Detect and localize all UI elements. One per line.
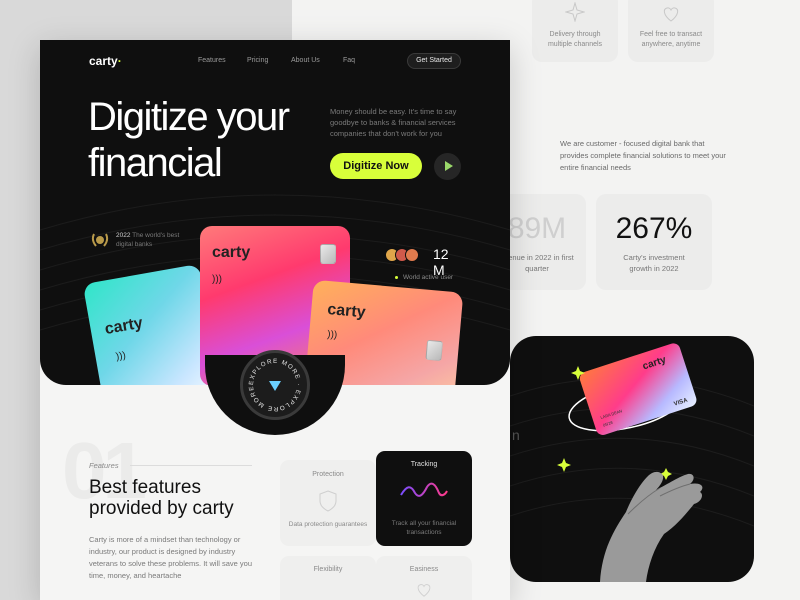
feature-card-text: Track all your financial transactions — [391, 520, 457, 536]
nfc-icon: ))) — [212, 274, 222, 285]
nav-pricing[interactable]: Pricing — [247, 57, 268, 64]
feature-card-flexibility[interactable]: Flexibility — [280, 556, 376, 600]
nfc-icon: ))) — [114, 350, 127, 363]
card-chip — [320, 244, 336, 264]
status-dot — [395, 276, 398, 279]
feature-card-easiness[interactable]: Easiness — [376, 556, 472, 600]
features-title-line-2: provided by carty — [89, 498, 234, 519]
headline-line-1: Digitize your — [88, 95, 290, 139]
feature-card-title: Protection — [312, 471, 344, 478]
about-text: We are customer - focused digital bank t… — [560, 139, 726, 172]
feature-card-tracking[interactable]: Tracking Track all your financial transa… — [376, 451, 472, 546]
logo-text: carty — [89, 54, 118, 68]
hero-section: carty· Features Pricing About Us Faq Get… — [40, 40, 510, 385]
stat-label: Carty's investment growth in 2022 — [623, 253, 685, 273]
users-label: World active user — [403, 274, 454, 281]
logo-accent: · — [117, 54, 122, 68]
feature-card-transact: Feel free to transact anywhere, anytime — [628, 0, 714, 62]
divider — [130, 465, 252, 466]
nav-features[interactable]: Features — [198, 57, 226, 64]
award-year: 2022 — [116, 232, 131, 239]
sparkle-icon — [565, 2, 585, 22]
nfc-icon: ))) — [326, 329, 338, 341]
card-logo: carty — [326, 301, 367, 322]
nav-faq[interactable]: Faq — [343, 57, 355, 64]
avatar — [405, 248, 419, 262]
heart-icon — [663, 7, 679, 22]
feature-text: Feel free to transact anywhere, anytime — [639, 31, 703, 48]
explore-more-badge: EXPLORE MORE · EXPLORE MORE · — [241, 348, 300, 412]
feature-card-delivery: Delivery through multiple channels — [532, 0, 618, 62]
features-label: Features — [89, 461, 119, 470]
wave-chart-icon — [400, 482, 448, 497]
feature-card-protection[interactable]: Protection Data protection guarantees — [280, 460, 376, 546]
play-icon — [445, 161, 453, 171]
feature-card-title: Flexibility — [313, 566, 343, 573]
card-logo: carty — [212, 244, 251, 261]
features-title-line-1: Best features — [89, 477, 201, 498]
get-started-button[interactable]: Get Started — [407, 53, 461, 69]
feature-card-text: Data protection guarantees — [288, 521, 368, 528]
feature-card-title: Easiness — [409, 566, 439, 573]
text-fragment: n — [512, 427, 520, 443]
features-title: Best features provided by carty — [89, 477, 289, 519]
heart-icon — [417, 584, 431, 597]
digitize-now-button[interactable]: Digitize Now — [330, 153, 422, 179]
headline-line-2: financial — [88, 141, 223, 185]
explore-more-button[interactable]: EXPLORE MORE · EXPLORE MORE · — [240, 348, 310, 420]
logo[interactable]: carty· — [89, 54, 122, 68]
hero-headline: Digitize your financial — [88, 94, 328, 186]
award-text: 2022 The world's best digital banks — [116, 231, 186, 249]
card-chip — [425, 339, 444, 362]
laurel-icon — [91, 233, 109, 247]
feature-text: Delivery through multiple channels — [547, 31, 603, 48]
shield-icon — [319, 490, 337, 512]
stat-card-growth: 267% Carty's investment growth in 2022 — [596, 194, 712, 290]
landing-page: carty· Features Pricing About Us Faq Get… — [40, 40, 510, 600]
features-description: Carty is more of a mindset than technolo… — [89, 535, 252, 580]
card-logo: carty — [103, 314, 145, 339]
card-visual-panel: carty LARA DEAN 05/28 VISA n — [510, 336, 754, 582]
hero-description: Money should be easy. It's time to say g… — [330, 107, 457, 138]
feature-card-title: Tracking — [410, 461, 438, 468]
triangle-icon — [269, 381, 281, 391]
award-badge: 2022 The world's best digital banks — [90, 230, 179, 255]
stat-value: 267% — [615, 212, 693, 245]
card-visual-illustration: carty LARA DEAN 05/28 VISA n — [510, 343, 754, 582]
play-video-button[interactable] — [434, 153, 461, 180]
nav-about-us[interactable]: About Us — [291, 57, 320, 64]
